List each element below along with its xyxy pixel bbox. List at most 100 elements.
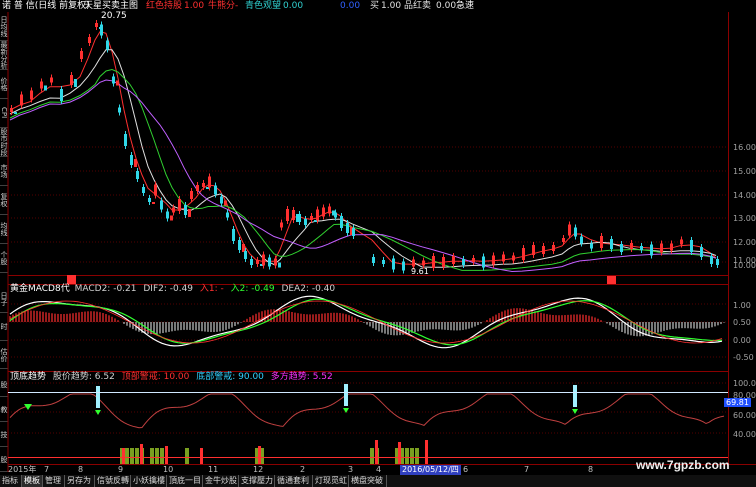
candle-body-82 [650,244,653,256]
candle-body-71 [552,245,555,251]
candle-body-10 [100,24,103,36]
candle-body-14 [124,134,127,146]
main-y-tick-1: 15.00 [733,167,756,176]
candle-body-35 [250,259,253,265]
indicator-tab-2[interactable]: 管理 [43,475,65,487]
chart-canvas[interactable] [0,0,756,487]
candle-body-60 [442,257,445,267]
candle-body-b-3 [44,85,47,91]
candle-body-48 [328,206,331,214]
bottom-signal-bar-0-125 [125,448,129,464]
candle-body-b-33 [242,244,245,252]
indicator-tab-1[interactable]: 模板 [22,475,43,487]
candle-body-34 [244,251,247,259]
indicator-tab-9[interactable]: 循通套利 [275,475,313,487]
indicator-tab-6[interactable]: 頂底一目 [167,475,203,487]
trend-y-tick-2: 60.00 [733,411,756,420]
top-alert-value: 顶部警戒: 10.00 [121,372,190,382]
candle-body-24 [184,205,187,215]
dea-value: DEA2: -0.40 [281,284,336,294]
price-trend-value: 股价趋势: 6.52 [52,372,115,382]
candle-body-61 [452,256,455,264]
date-label-9: 4 [376,465,382,474]
candle-body-64 [482,256,485,268]
candle-body-33 [238,240,241,250]
main-y-tick-2: 14.00 [733,191,756,200]
candle-body-55 [392,258,395,270]
candle-body-67 [512,255,515,261]
candle-body-45 [310,216,313,220]
indicator-tab-8[interactable]: 支撑壓力 [239,475,275,487]
macd-title[interactable]: 黄金MACD8代 [10,284,70,294]
candle-body-b-0 [14,112,17,114]
indicator-tab-4[interactable]: 信號反轉 [95,475,131,487]
cursor-date-label: 2016/05/12/四 [400,465,461,475]
candle-body-30 [220,196,223,204]
bottom-signal-bar-0-135 [135,448,139,464]
candle-body-66 [502,254,505,262]
bottom-signal-bar-1-160 [160,448,164,464]
candle-body-32 [232,229,235,241]
candle-body-54 [382,260,385,264]
candle-body-86 [690,240,693,252]
red-signal-7 [425,440,428,464]
candle-body-9 [95,23,98,27]
candle-body-79 [620,244,623,252]
candle-body-21 [166,211,169,219]
dif-value: DIF2: -0.49 [143,284,194,294]
candle-body-1 [20,94,23,106]
candle-body-28 [208,176,211,188]
candle-body-50 [340,216,343,228]
candle-body-5 [60,89,63,101]
candle-body-8 [88,37,91,43]
candle-body-59 [432,256,435,268]
indicator-tab-7[interactable]: 金牛炒股 [203,475,239,487]
candle-body-65 [492,255,495,265]
candle-body-44 [304,219,307,225]
candle-body-26 [196,185,199,191]
candle-body-13 [118,107,121,113]
main-y-tick-6: 10.00 [733,261,756,270]
candle-body-70 [542,246,545,254]
candle-body-42 [292,210,295,220]
watermark: www.7gpzb.com [636,458,730,472]
date-label-2: 8 [78,465,84,474]
macd-y-tick-1: 0.50 [733,318,751,327]
candle-body-56 [402,261,405,271]
indicator-tab-10[interactable]: 灯现觅虹 [313,475,349,487]
indicator-tab-11[interactable]: 横盘突破 [349,475,387,487]
indicator-tab-5[interactable]: 小妖擒樓 [131,475,167,487]
candle-body-6 [70,75,73,85]
main-y-tick-0: 16.00 [733,143,756,152]
candle-body-29 [214,185,217,195]
signal-marker [67,275,76,284]
trend-title[interactable]: 顶底趋势 [10,372,46,382]
candle-body-51 [346,223,349,233]
candle-body-2 [30,90,33,100]
candle-body-b-6 [74,79,77,87]
candle-body-74 [574,227,577,237]
candle-body-7 [80,51,83,59]
candle-body-72 [562,238,565,242]
candle-body-46 [316,209,319,221]
indicator-tab-0[interactable]: 指标 [0,475,22,487]
top-warning-bar-1 [344,384,348,406]
candle-body-49 [334,212,337,218]
candle-body-22 [172,207,175,213]
bottom-signal-bar-6-410 [410,448,414,464]
bottom-signal-bar-6-415 [415,448,419,464]
indicator-tab-3[interactable]: 另存为 [65,475,95,487]
date-label-6: 12 [253,465,264,474]
in2-value: 入2: -0.49 [230,284,275,294]
candle-body-3 [40,81,43,89]
candle-body-77 [600,236,603,248]
candle-body-58 [422,260,425,266]
long-trend-value: 多方趋势: 5.52 [270,372,333,382]
bottom-signal-bar-1-155 [155,448,159,464]
candle-body-68 [522,248,525,260]
candle-body-4 [50,77,53,83]
date-label-11: 6 [463,465,469,474]
bottom-signal-bar-2-185 [185,448,189,464]
candle-body-18 [148,198,151,202]
date-label-3: 9 [118,465,124,474]
